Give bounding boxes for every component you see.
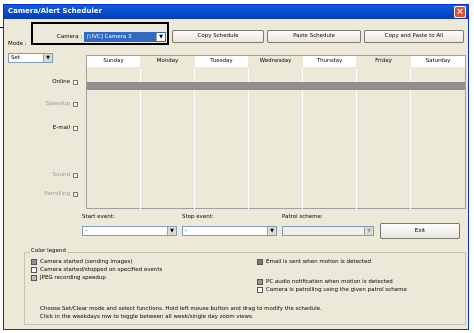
legend-item: Camera is patrolling using the given pat… (266, 287, 407, 293)
paste-schedule-button[interactable]: Paste Schedule (267, 30, 361, 43)
email-label: E-mail (52, 125, 70, 131)
help-text-line-1: Choose Set/Clear mode and select functio… (40, 306, 322, 312)
speedup-checkbox[interactable] (73, 102, 78, 107)
patrol-scheme-select[interactable]: ▼ (282, 226, 374, 236)
camera-label: Camera : (57, 34, 83, 40)
stop-event-select[interactable]: - ▼ (182, 226, 277, 236)
legend-swatch (31, 259, 37, 265)
online-schedule-bar[interactable] (87, 82, 465, 90)
chevron-down-icon: ▼ (267, 227, 276, 235)
day-header-friday[interactable]: Friday (357, 56, 410, 67)
mode-select[interactable]: Set ▼ (8, 53, 53, 63)
start-event-select[interactable]: - ▼ (82, 226, 177, 236)
copy-paste-all-button[interactable]: Copy and Paste to All (364, 30, 464, 43)
legend-item: PC audio notification when motion is det… (266, 279, 393, 285)
chevron-down-icon: ▼ (364, 227, 373, 235)
email-checkbox[interactable] (73, 126, 78, 131)
speedup-label: Speedup (45, 101, 70, 107)
exit-button[interactable]: Exit (380, 223, 460, 239)
legend-item: Camera started (sending images) (40, 259, 133, 265)
mode-select-value: Set (11, 55, 21, 61)
chevron-down-icon: ▼ (156, 33, 165, 41)
schedule-grid[interactable]: Sunday Monday Tuesday Wednesday Thursday… (86, 55, 466, 210)
legend-item: JPEG recording speedup (40, 275, 106, 281)
stop-event-label: Stop event: (182, 214, 214, 220)
camera-select-value: [UVC] Camera 3 (87, 34, 132, 40)
mode-label: Mode : (8, 41, 27, 47)
help-text-line-2: Click in the weekdays row to toggle betw… (40, 314, 254, 320)
online-label: Online (52, 79, 70, 85)
window-title: Camera/Alert Scheduler (8, 7, 102, 15)
legend-swatch (31, 267, 37, 273)
copy-schedule-button[interactable]: Copy Schedule (172, 30, 264, 43)
day-header-sunday[interactable]: Sunday (87, 56, 140, 67)
camera-select[interactable]: [UVC] Camera 3 ▼ (84, 32, 166, 42)
stop-event-value: - (185, 228, 187, 234)
patrolling-label: Patrolling (44, 191, 70, 197)
legend-item: Email is sent when motion is detected (266, 259, 372, 265)
day-header-monday[interactable]: Monday (141, 56, 194, 67)
online-checkbox[interactable] (73, 80, 78, 85)
title-bar[interactable]: Camera/Alert Scheduler × (4, 5, 468, 19)
sound-checkbox[interactable] (73, 173, 78, 178)
chevron-down-icon: ▼ (167, 227, 176, 235)
sound-label: Sound (52, 172, 70, 178)
day-header-wednesday[interactable]: Wednesday (249, 56, 302, 67)
legend-swatch (257, 259, 263, 265)
legend-swatch (257, 279, 263, 285)
day-header-thursday[interactable]: Thursday (303, 56, 356, 67)
patrolling-checkbox[interactable] (73, 192, 78, 197)
patrol-scheme-label: Patrol scheme: (282, 214, 323, 220)
start-event-value: - (85, 228, 87, 234)
day-header-tuesday[interactable]: Tuesday (195, 56, 248, 67)
start-event-label: Start event: (82, 214, 115, 220)
legend-swatch (257, 287, 263, 293)
color-legend-title: Color legend (30, 248, 67, 254)
chevron-down-icon: ▼ (43, 54, 52, 62)
scheduler-window: Camera/Alert Scheduler × Camera : [UVC] … (3, 4, 469, 330)
day-header-saturday[interactable]: Saturday (411, 56, 465, 67)
legend-swatch (31, 275, 37, 281)
close-button[interactable]: × (454, 6, 466, 18)
legend-item: Camera started/stopped on specified even… (40, 267, 163, 273)
